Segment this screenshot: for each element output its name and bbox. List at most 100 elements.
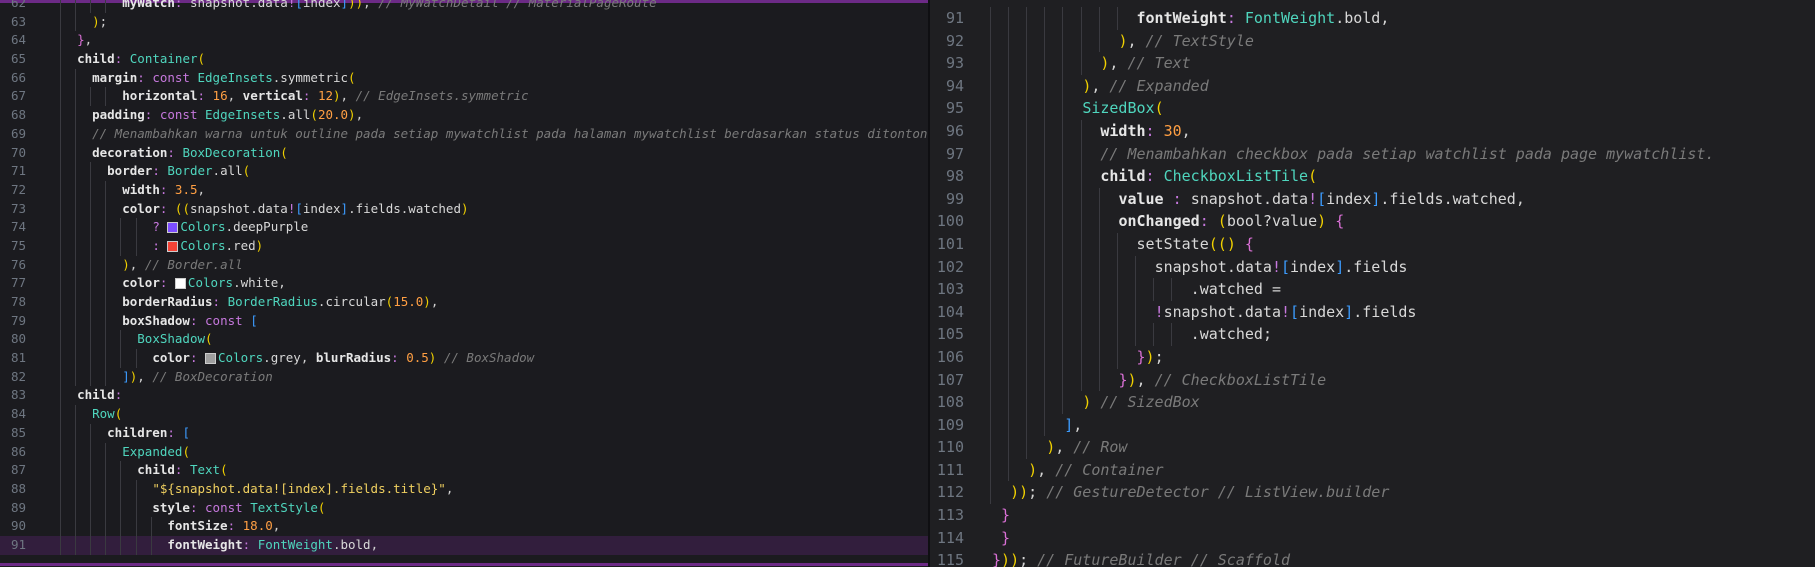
code-line[interactable]: 106 }); (930, 345, 1815, 369)
code-text[interactable]: onChanged: (bool?value) { (992, 210, 1344, 233)
left-code-area[interactable]: 62 myWatch: snapshot.data![index])), // … (0, 0, 928, 555)
code-text[interactable]: "${snapshot.data![index].fields.title}", (62, 480, 453, 499)
code-text[interactable]: ), // Expanded (992, 75, 1208, 98)
code-line[interactable]: 79 boxShadow: const [ (0, 311, 928, 331)
code-line[interactable]: 72 width: 3.5, (0, 180, 928, 200)
code-line[interactable]: 95 SizedBox( (930, 97, 1815, 120)
code-text[interactable]: color: ((snapshot.data![index].fields.wa… (62, 200, 468, 219)
code-text[interactable]: )); // GestureDetector // ListView.build… (992, 481, 1389, 504)
code-line[interactable]: 86 Expanded( (0, 442, 928, 462)
left-editor-pane[interactable]: 62 myWatch: snapshot.data![index])), // … (0, 0, 930, 567)
code-text[interactable]: })); // FutureBuilder // Scaffold (992, 549, 1290, 567)
code-text[interactable]: color: Colors.grey, blurRadius: 0.5) // … (62, 349, 534, 368)
code-line[interactable]: 111 ), // Container (930, 458, 1815, 482)
code-text[interactable]: child: CheckboxListTile( (992, 165, 1317, 188)
code-line[interactable]: 105 .watched; (930, 323, 1815, 346)
code-text[interactable]: .watched; (992, 323, 1272, 346)
code-line[interactable]: 82 ]), // BoxDecoration (0, 367, 928, 387)
code-line[interactable]: 64 }, (0, 31, 928, 51)
code-line[interactable]: 97 // Menambahkan checkbox pada setiap w… (930, 142, 1815, 166)
code-line[interactable]: 108 ) // SizedBox (930, 391, 1815, 414)
code-line[interactable]: 109 ], (930, 413, 1815, 437)
code-text[interactable]: ), // Text (992, 52, 1190, 75)
code-text[interactable]: ), // Row (992, 436, 1127, 459)
code-text[interactable]: decoration: BoxDecoration( (62, 144, 288, 163)
code-line[interactable]: 88 "${snapshot.data![index].fields.title… (0, 479, 928, 499)
code-line[interactable]: 102 snapshot.data![index].fields (930, 255, 1815, 279)
code-line[interactable]: 81 color: Colors.grey, blurRadius: 0.5) … (0, 349, 928, 368)
code-text[interactable]: ], (992, 414, 1082, 437)
code-line[interactable]: 100 onChanged: (bool?value) { (930, 210, 1815, 233)
code-text[interactable]: ? Colors.deepPurple (62, 218, 308, 237)
code-text[interactable]: ), // TextStyle (992, 30, 1253, 53)
code-line[interactable]: 80 BoxShadow( (0, 330, 928, 350)
code-line[interactable]: 115})); // FutureBuilder // Scaffold (930, 549, 1815, 567)
code-line[interactable]: 103 .watched = (930, 278, 1815, 301)
code-text[interactable]: style: const TextStyle( (62, 499, 325, 518)
right-editor-pane[interactable]: 91 fontWeight: FontWeight.bold, 92 ), // … (930, 0, 1815, 567)
code-line[interactable]: 87 child: Text( (0, 461, 928, 480)
code-line[interactable]: 73 color: ((snapshot.data![index].fields… (0, 199, 928, 219)
code-text[interactable]: fontSize: 18.0, (62, 517, 280, 536)
code-text[interactable]: ); (62, 13, 107, 32)
code-line[interactable]: 101 setState(() { (930, 232, 1815, 256)
code-text[interactable]: child: Container( (62, 50, 205, 69)
code-text[interactable]: .watched = (992, 278, 1281, 301)
code-line[interactable]: 77 color: Colors.white, (0, 274, 928, 293)
code-line[interactable]: 78 borderRadius: BorderRadius.circular(1… (0, 293, 928, 312)
code-line[interactable]: 93 ), // Text (930, 52, 1815, 75)
code-line[interactable]: 68 padding: const EdgeInsets.all(20.0), (0, 106, 928, 125)
code-text[interactable]: setState(() { (992, 233, 1254, 256)
code-line[interactable]: 99 value : snapshot.data![index].fields.… (930, 187, 1815, 211)
code-text[interactable]: myWatch: snapshot.data![index])), // MyW… (62, 0, 656, 13)
code-line[interactable]: 113 } (930, 504, 1815, 527)
code-text[interactable]: ]), // BoxDecoration (62, 368, 273, 387)
code-text[interactable]: margin: const EdgeInsets.symmetric( (62, 69, 355, 88)
code-text[interactable]: color: Colors.white, (62, 274, 286, 293)
code-text[interactable]: Row( (62, 405, 122, 424)
code-text[interactable]: fontWeight: FontWeight.bold, (62, 536, 378, 555)
code-text[interactable]: : Colors.red) (62, 237, 263, 256)
code-line[interactable]: 75 : Colors.red) (0, 236, 928, 256)
code-line[interactable]: 63 ); (0, 12, 928, 32)
code-line[interactable]: 110 ), // Row (930, 436, 1815, 459)
code-text[interactable]: width: 3.5, (62, 181, 205, 200)
code-text[interactable]: ) // SizedBox (992, 391, 1199, 414)
code-line[interactable]: 62 myWatch: snapshot.data![index])), // … (0, 0, 928, 13)
code-line[interactable]: 67 horizontal: 16, vertical: 12), // Edg… (0, 87, 928, 107)
code-line[interactable]: 71 border: Border.all( (0, 162, 928, 181)
code-text[interactable]: border: Border.all( (62, 162, 250, 181)
code-line[interactable]: 104 !snapshot.data![index].fields (930, 300, 1815, 324)
code-line[interactable]: 70 decoration: BoxDecoration( (0, 143, 928, 163)
code-line[interactable]: 85 children: [ (0, 423, 928, 443)
code-line[interactable]: 76 ), // Border.all (0, 255, 928, 275)
code-line[interactable]: 66 margin: const EdgeInsets.symmetric( (0, 68, 928, 88)
code-text[interactable]: !snapshot.data![index].fields (992, 301, 1417, 324)
code-text[interactable]: child: Text( (62, 461, 227, 480)
code-text[interactable]: SizedBox( (992, 97, 1163, 120)
code-line[interactable]: 94 ), // Expanded (930, 74, 1815, 98)
code-text[interactable]: children: [ (62, 424, 190, 443)
code-text[interactable]: // Menambahkan warna untuk outline pada … (62, 125, 927, 144)
code-line[interactable]: 107 }), // CheckboxListTile (930, 368, 1815, 392)
code-text[interactable]: value : snapshot.data![index].fields.wat… (992, 188, 1524, 211)
code-text[interactable]: horizontal: 16, vertical: 12), // EdgeIn… (62, 87, 528, 106)
code-text[interactable]: }, (62, 31, 92, 50)
code-line[interactable]: 89 style: const TextStyle( (0, 498, 928, 518)
code-text[interactable]: ), // Container (992, 459, 1163, 482)
code-text[interactable]: } (992, 504, 1010, 527)
code-line[interactable]: 90 fontSize: 18.0, (0, 517, 928, 536)
code-line[interactable]: 114 } (930, 527, 1815, 550)
code-text[interactable]: snapshot.data![index].fields (992, 256, 1408, 279)
code-line[interactable]: 91 fontWeight: FontWeight.bold, (0, 535, 928, 555)
code-text[interactable]: fontWeight: FontWeight.bold, (992, 7, 1390, 30)
code-line[interactable]: 112 )); // GestureDetector // ListView.b… (930, 481, 1815, 505)
code-line[interactable]: 98 child: CheckboxListTile( (930, 165, 1815, 188)
code-line[interactable]: 92 ), // TextStyle (930, 29, 1815, 53)
code-line[interactable]: 69 // Menambahkan warna untuk outline pa… (0, 124, 928, 144)
code-text[interactable]: // Menambahkan checkbox pada setiap watc… (992, 143, 1714, 166)
code-text[interactable]: ), // Border.all (62, 256, 242, 275)
code-text[interactable]: BoxShadow( (62, 330, 212, 349)
code-text[interactable]: }); (992, 346, 1164, 369)
code-text[interactable]: padding: const EdgeInsets.all(20.0), (62, 106, 363, 125)
